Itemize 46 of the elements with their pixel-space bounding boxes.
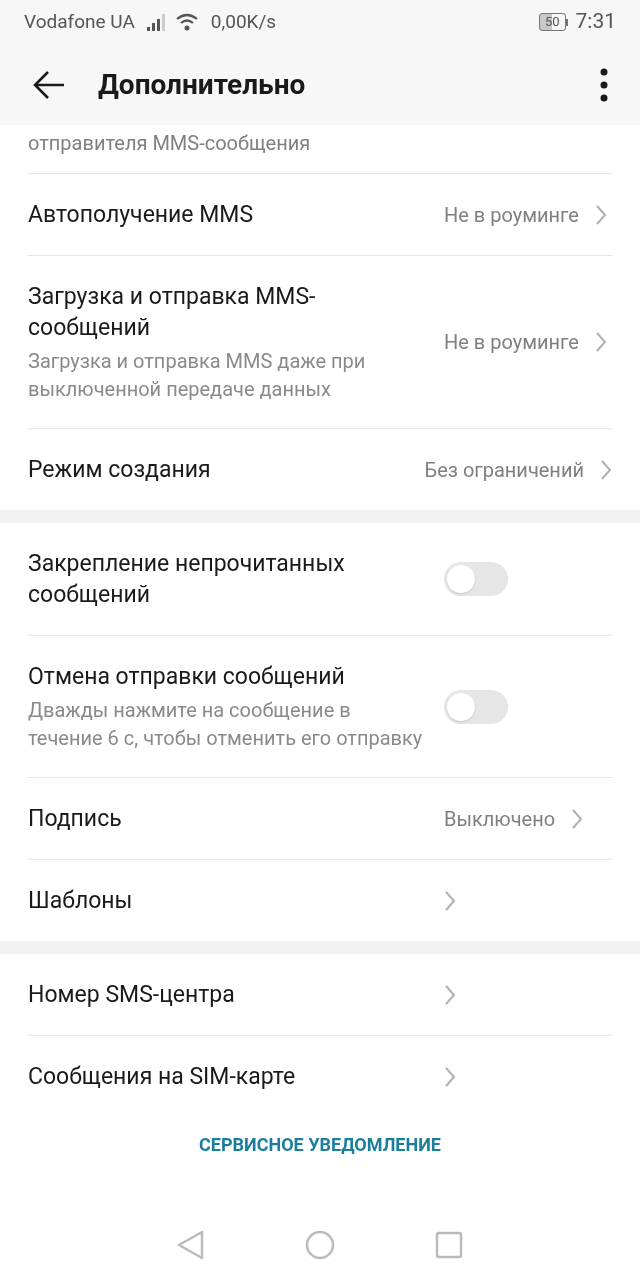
setting-title: Шаблоны [28, 886, 134, 916]
settings-row[interactable]: Номер SMS-центра [28, 954, 612, 1036]
page-title: Дополнительно [98, 66, 307, 103]
setting-value: Без ограничений [424, 456, 584, 484]
settings-row[interactable]: Сообщения на SIM-карте [28, 1036, 612, 1117]
carrier-name: Vodafone UA [24, 8, 135, 35]
setting-title: Закрепление непрочитанных сообщений [28, 549, 346, 610]
chevron-icon [594, 331, 607, 353]
setting-value: Выключено [444, 805, 556, 833]
settings-row[interactable]: Закрепление непрочитанных сообщений [28, 523, 612, 636]
back-icon[interactable] [32, 69, 66, 100]
chevron-icon [571, 807, 584, 830]
setting-title: Режим создания [28, 455, 212, 485]
recents-icon[interactable] [435, 1231, 463, 1259]
setting-description: Дважды нажмите на сообщение в течение 6 с, чтобы отменить его отправку [28, 697, 424, 752]
chevron-icon [444, 983, 456, 1006]
wifi-icon [174, 12, 199, 32]
setting-value: Не в роуминге [444, 201, 579, 229]
setting-value: Не в роуминге [444, 329, 579, 356]
setting-title: Подпись [28, 804, 123, 834]
settings-row[interactable]: Режим создания Без ограничений [28, 429, 612, 510]
toggle-switch[interactable] [444, 562, 508, 596]
chevron-icon [444, 1065, 456, 1088]
settings-row[interactable]: Автополучение MMS Не в роуминге [28, 174, 612, 256]
chevron-icon [444, 889, 456, 912]
setting-title: Автополучение MMS [28, 200, 255, 230]
setting-title: Загрузка и отправка MMS-сообщений [28, 282, 317, 343]
setting-description: отправителя MMS-сообщения [28, 130, 311, 157]
setting-title: Номер SMS-центра [28, 980, 236, 1010]
battery-icon: 50 [538, 13, 568, 31]
service-notice-link[interactable]: СЕРВИСНОЕ УВЕДОМЛЕНИЕ [199, 1131, 441, 1158]
home-icon[interactable] [305, 1230, 335, 1260]
chevron-icon [600, 458, 612, 481]
settings-row[interactable]: Подпись Выключено [28, 778, 612, 860]
signal-icon [146, 13, 167, 31]
setting-description: Загрузка и отправка MMS даже при выключенной передаче данных [28, 348, 367, 403]
clock: 7:31 [575, 8, 616, 36]
settings-row[interactable]: Отмена отправки сообщений Дважды нажмите на сообщение в течение 6 с, чтобы отменить его отправку [28, 636, 612, 778]
settings-row[interactable]: Загрузка и отправка MMS-сообщений Загрузка и отправка MMS даже при выключенной передаче данных Не в роуминге [28, 256, 612, 429]
network-speed: 0,00K/s [210, 8, 277, 35]
setting-title: Сообщения на SIM-карте [28, 1062, 297, 1092]
more-options-icon[interactable] [600, 67, 608, 102]
chevron-icon [594, 203, 607, 226]
setting-title: Отмена отправки сообщений [28, 662, 346, 692]
settings-row[interactable]: Шаблоны [28, 860, 612, 941]
toggle-switch[interactable] [444, 689, 508, 724]
